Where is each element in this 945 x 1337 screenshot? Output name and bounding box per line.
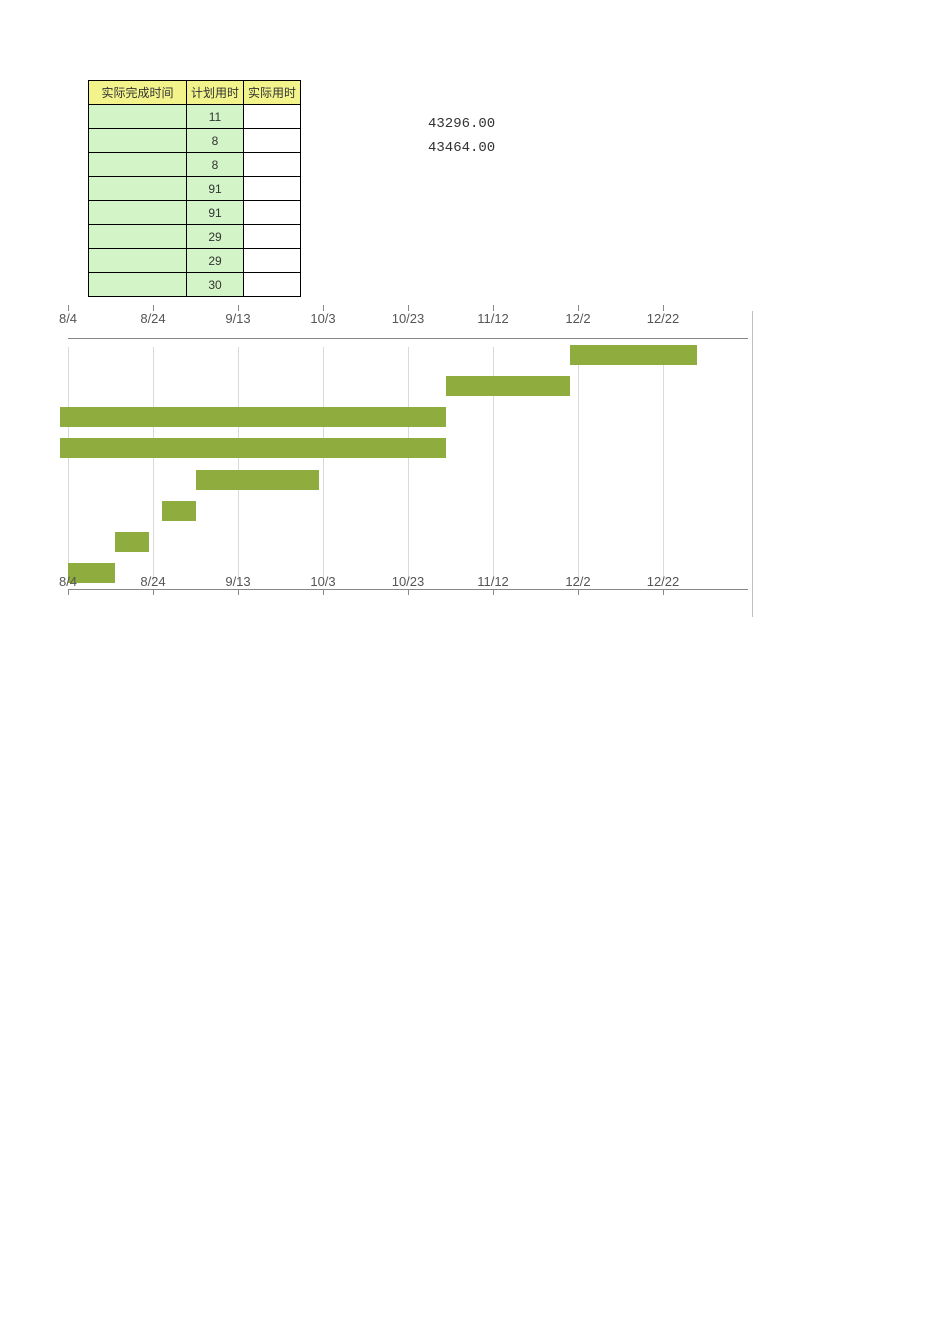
cell-plan-days: 91 bbox=[187, 201, 244, 225]
cell-actual-finish bbox=[89, 153, 187, 177]
x-tick-mark bbox=[578, 589, 579, 595]
cell-actual-finish bbox=[89, 249, 187, 273]
x-tick-mark bbox=[68, 305, 69, 311]
cell-plan-days: 30 bbox=[187, 273, 244, 297]
table-row: 29 bbox=[89, 249, 301, 273]
cell-actual-days bbox=[244, 273, 301, 297]
x-tick-label: 12/2 bbox=[565, 311, 590, 326]
x-tick-label: 8/24 bbox=[140, 574, 165, 589]
x-tick-mark bbox=[663, 305, 664, 311]
cell-actual-finish bbox=[89, 129, 187, 153]
gridline bbox=[578, 347, 579, 581]
x-tick-mark bbox=[493, 305, 494, 311]
side-number-2: 43464.00 bbox=[428, 136, 495, 160]
x-tick-label: 8/4 bbox=[59, 311, 77, 326]
side-number-block: 43296.00 43464.00 bbox=[428, 112, 495, 160]
gantt-bar bbox=[60, 407, 447, 427]
x-axis-bottom: 8/48/249/1310/310/2311/1212/212/22 bbox=[68, 589, 748, 617]
x-tick-label: 8/24 bbox=[140, 311, 165, 326]
gridline bbox=[238, 347, 239, 581]
x-tick-label: 10/3 bbox=[310, 311, 335, 326]
x-tick-mark bbox=[153, 305, 154, 311]
gridline bbox=[323, 347, 324, 581]
gridline bbox=[68, 347, 69, 581]
header-actual-days: 实际用时 bbox=[244, 81, 301, 105]
gantt-bar bbox=[446, 376, 569, 396]
gantt-bar bbox=[60, 438, 447, 458]
x-tick-mark bbox=[153, 589, 154, 595]
x-tick-label: 9/13 bbox=[225, 311, 250, 326]
gantt-chart: 8/48/249/1310/310/2311/1212/212/22 8/48/… bbox=[68, 311, 753, 617]
x-tick-label: 10/23 bbox=[392, 311, 425, 326]
table-row: 8 bbox=[89, 129, 301, 153]
x-tick-label: 11/12 bbox=[477, 311, 509, 326]
x-tick-label: 12/22 bbox=[647, 311, 680, 326]
cell-actual-finish bbox=[89, 201, 187, 225]
gantt-bar bbox=[162, 501, 196, 521]
gantt-bar bbox=[115, 532, 149, 552]
table-row: 30 bbox=[89, 273, 301, 297]
header-actual-finish: 实际完成时间 bbox=[89, 81, 187, 105]
x-tick-label: 10/23 bbox=[392, 574, 425, 589]
cell-actual-days bbox=[244, 177, 301, 201]
cell-actual-finish bbox=[89, 177, 187, 201]
table-row: 91 bbox=[89, 201, 301, 225]
x-tick-mark bbox=[238, 305, 239, 311]
table-row: 8 bbox=[89, 153, 301, 177]
cell-plan-days: 29 bbox=[187, 225, 244, 249]
gridline bbox=[663, 347, 664, 581]
x-tick-label: 12/22 bbox=[647, 574, 680, 589]
cell-plan-days: 11 bbox=[187, 105, 244, 129]
header-plan-days: 计划用时 bbox=[187, 81, 244, 105]
cell-actual-finish bbox=[89, 105, 187, 129]
gridline bbox=[408, 347, 409, 581]
data-table: 实际完成时间 计划用时 实际用时 11889191292930 bbox=[88, 80, 301, 297]
x-tick-mark bbox=[578, 305, 579, 311]
x-tick-label: 9/13 bbox=[225, 574, 250, 589]
x-tick-mark bbox=[323, 589, 324, 595]
x-tick-label: 11/12 bbox=[477, 574, 509, 589]
x-tick-mark bbox=[408, 589, 409, 595]
cell-actual-days bbox=[244, 129, 301, 153]
cell-actual-days bbox=[244, 153, 301, 177]
table-row: 29 bbox=[89, 225, 301, 249]
cell-actual-days bbox=[244, 225, 301, 249]
cell-plan-days: 29 bbox=[187, 249, 244, 273]
table-row: 91 bbox=[89, 177, 301, 201]
cell-actual-days bbox=[244, 201, 301, 225]
table-row: 11 bbox=[89, 105, 301, 129]
gridline bbox=[153, 347, 154, 581]
cell-actual-days bbox=[244, 249, 301, 273]
x-tick-mark bbox=[493, 589, 494, 595]
x-axis-top: 8/48/249/1310/310/2311/1212/212/22 bbox=[68, 311, 748, 339]
cell-actual-days bbox=[244, 105, 301, 129]
table-header-row: 实际完成时间 计划用时 实际用时 bbox=[89, 81, 301, 105]
x-tick-mark bbox=[238, 589, 239, 595]
x-tick-label: 12/2 bbox=[565, 574, 590, 589]
x-tick-mark bbox=[323, 305, 324, 311]
x-tick-label: 8/4 bbox=[59, 574, 77, 589]
cell-plan-days: 8 bbox=[187, 153, 244, 177]
cell-plan-days: 8 bbox=[187, 129, 244, 153]
x-tick-mark bbox=[68, 589, 69, 595]
cell-actual-finish bbox=[89, 273, 187, 297]
cell-plan-days: 91 bbox=[187, 177, 244, 201]
gantt-bar bbox=[570, 345, 698, 365]
x-tick-mark bbox=[663, 589, 664, 595]
chart-plot-area bbox=[68, 339, 748, 589]
x-tick-mark bbox=[408, 305, 409, 311]
side-number-1: 43296.00 bbox=[428, 112, 495, 136]
x-tick-label: 10/3 bbox=[310, 574, 335, 589]
cell-actual-finish bbox=[89, 225, 187, 249]
gantt-bar bbox=[196, 470, 319, 490]
